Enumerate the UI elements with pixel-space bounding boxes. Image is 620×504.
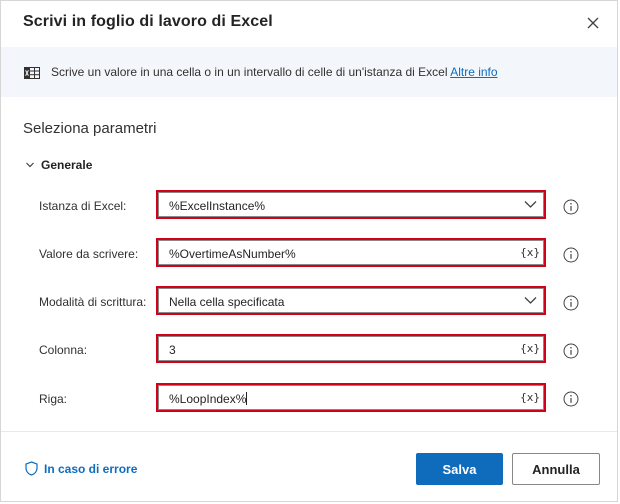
- value-to-write-label: Valore da scrivere:: [39, 247, 139, 261]
- learn-more-link[interactable]: Altre info: [450, 65, 497, 79]
- variable-picker-button[interactable]: {x}: [520, 246, 540, 259]
- excel-instance-dropdown[interactable]: %ExcelInstance%: [156, 190, 546, 219]
- info-circle-icon[interactable]: [563, 247, 579, 263]
- row-label: Riga:: [39, 392, 68, 406]
- save-button[interactable]: Salva: [416, 453, 503, 485]
- close-button[interactable]: [583, 13, 603, 33]
- column-label: Colonna:: [39, 343, 88, 357]
- excel-instance-label: Istanza di Excel:: [39, 199, 127, 213]
- write-mode-label: Modalità di scrittura:: [39, 295, 147, 309]
- column-input[interactable]: 3 {x}: [156, 334, 546, 363]
- info-description: Scrive un valore in una cella o in un in…: [51, 65, 448, 79]
- shield-icon: [25, 461, 38, 476]
- info-circle-icon[interactable]: [563, 391, 579, 407]
- dialog-header: Scrivi in foglio di lavoro di Excel: [1, 1, 617, 45]
- variable-picker-button[interactable]: {x}: [520, 342, 540, 355]
- text-caret: [246, 392, 248, 405]
- group-toggle-general[interactable]: Generale: [25, 157, 92, 173]
- chevron-down-icon[interactable]: [524, 200, 537, 209]
- footer-divider: [1, 431, 617, 432]
- variable-picker-button[interactable]: {x}: [520, 391, 540, 404]
- value-to-write-value: %OvertimeAsNumber%: [169, 247, 296, 261]
- info-text: Scrive un valore in una cella o in un in…: [51, 65, 498, 79]
- row-input[interactable]: %LoopIndex% {x}: [156, 383, 546, 412]
- excel-icon: [24, 67, 40, 79]
- close-icon: [587, 17, 599, 29]
- row-value: %LoopIndex%: [169, 392, 247, 406]
- excel-instance-value: %ExcelInstance%: [169, 199, 266, 213]
- info-circle-icon[interactable]: [563, 199, 579, 215]
- row-value-wrap: %LoopIndex%: [169, 392, 248, 406]
- section-title: Seleziona parametri: [23, 120, 157, 137]
- info-circle-icon[interactable]: [563, 295, 579, 311]
- value-to-write-input[interactable]: %OvertimeAsNumber% {x}: [156, 238, 546, 267]
- chevron-down-icon: [26, 162, 34, 168]
- on-error-label: In caso di errore: [44, 461, 138, 476]
- dialog-title: Scrivi in foglio di lavoro di Excel: [23, 13, 273, 30]
- on-error-link[interactable]: In caso di errore: [25, 461, 137, 476]
- group-label: Generale: [41, 158, 93, 172]
- write-mode-dropdown[interactable]: Nella cella specificata: [156, 286, 546, 315]
- write-mode-value: Nella cella specificata: [169, 295, 285, 309]
- write-to-excel-dialog: Scrivi in foglio di lavoro di Excel Scri…: [0, 0, 618, 502]
- info-circle-icon[interactable]: [563, 343, 579, 359]
- info-banner: Scrive un valore in una cella o in un in…: [1, 47, 617, 97]
- chevron-down-icon[interactable]: [524, 296, 537, 305]
- column-value: 3: [169, 343, 176, 357]
- cancel-button[interactable]: Annulla: [512, 453, 600, 485]
